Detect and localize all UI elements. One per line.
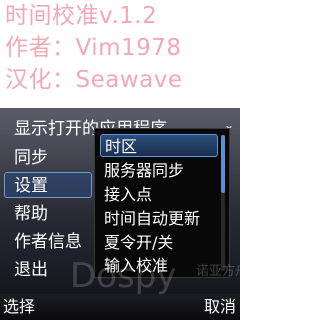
- localizer-line: 汉化：Seawave: [5, 67, 183, 93]
- cancel-softkey[interactable]: 取消: [204, 297, 236, 317]
- menu-item-settings[interactable]: 设置: [4, 172, 92, 198]
- submenu-item-access-point[interactable]: 接入点: [100, 183, 218, 206]
- app-title: 时间校准v.1.2: [5, 3, 158, 29]
- watermark-brand: Dospy: [70, 256, 177, 296]
- select-softkey[interactable]: 选择: [3, 297, 35, 317]
- submenu-item-timezone[interactable]: 时区: [100, 134, 218, 157]
- softkey-bar: 选择 取消: [0, 294, 240, 320]
- author-line: 作者：Vim1978: [5, 35, 182, 61]
- watermark-cn: 诺亚方舟: [196, 264, 249, 279]
- submenu-scroll-thumb[interactable]: [221, 135, 225, 193]
- submenu-scrollbar[interactable]: [221, 135, 225, 271]
- submenu-item-dst-toggle[interactable]: 夏令开/关: [100, 231, 218, 254]
- submenu-item-server-sync[interactable]: 服务器同步: [100, 159, 218, 182]
- submenu-item-auto-update[interactable]: 时间自动更新: [100, 207, 218, 230]
- app-header: 时间校准v.1.2 作者：Vim1978 汉化：Seawave: [0, 0, 240, 100]
